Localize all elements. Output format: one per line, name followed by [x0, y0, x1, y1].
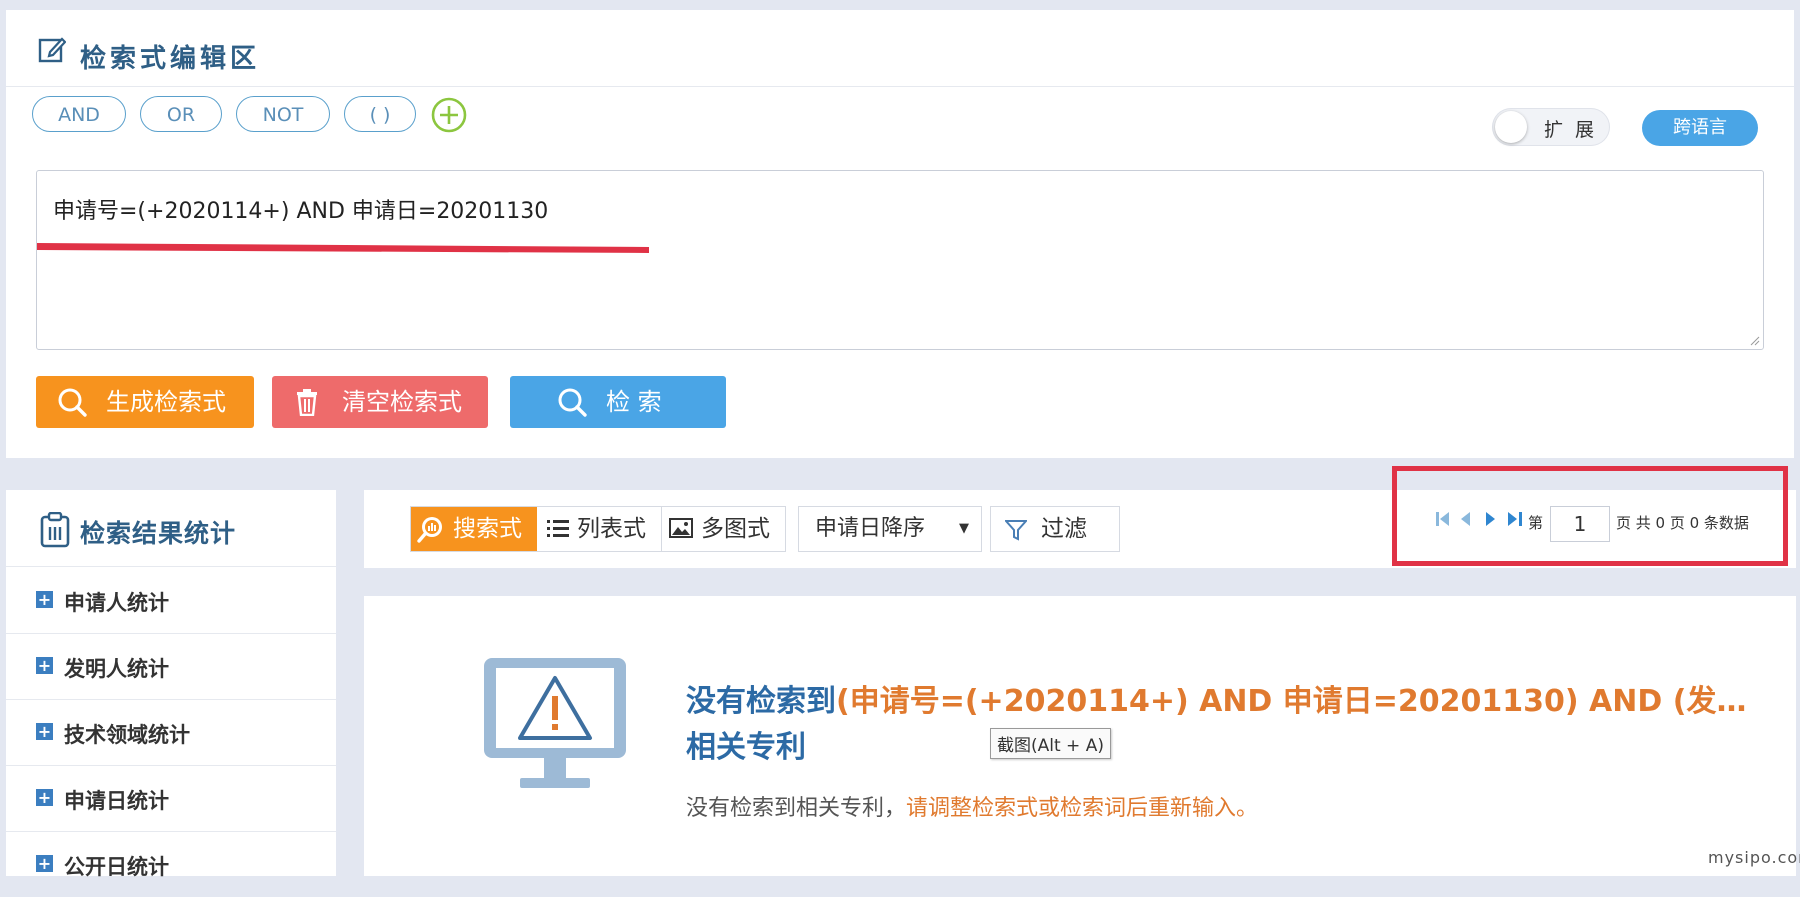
cross-language-button[interactable]: 跨语言 [1642, 110, 1758, 146]
expand-label: 扩 展 [1544, 119, 1598, 141]
no-result-hint: 没有检索到相关专利，请调整检索式或检索词后重新输入。 [686, 790, 1258, 822]
red-underline-annotation [37, 243, 649, 253]
or-operator-button[interactable]: OR [140, 96, 222, 132]
parentheses-operator-button[interactable]: ( ) [344, 96, 416, 132]
toggle-knob [1495, 111, 1527, 143]
no-result-query: (申请号=(+2020114+) AND 申请日=20201130) AND (… [836, 684, 1747, 719]
query-text: 申请号=(+2020114+) AND 申请日=20201130 [53, 199, 549, 224]
view-search-mode[interactable]: 搜索式 [411, 507, 537, 551]
screenshot-tooltip: 截图(Alt + A) [990, 728, 1111, 759]
search-icon [58, 388, 87, 417]
editor-title: 检索式编辑区 [80, 44, 261, 74]
view-image-label: 多图式 [701, 516, 770, 542]
clear-query-button[interactable]: 清空检索式 [272, 376, 488, 428]
stat-item-application-date[interactable]: + 申请日统计 [6, 765, 336, 832]
search-button[interactable]: 检 索 [510, 376, 726, 428]
and-operator-button[interactable]: AND [32, 96, 126, 132]
no-result-heading: 没有检索到(申请号=(+2020114+) AND 申请日=20201130) … [686, 676, 1746, 720]
no-result-suffix: 相关专利 [686, 730, 806, 765]
filter-button[interactable]: 过滤 [990, 506, 1120, 552]
statistics-title: 检索结果统计 [80, 519, 237, 548]
stat-item-inventor[interactable]: + 发明人统计 [6, 633, 336, 700]
search-icon [558, 388, 587, 417]
expand-plus-icon: + [36, 656, 53, 675]
stat-item-label: 申请人统计 [64, 591, 169, 615]
clipboard-icon [40, 512, 70, 548]
statistics-header: 检索结果统计 [6, 490, 336, 567]
expand-toggle[interactable]: 扩 展 [1492, 108, 1610, 146]
stat-item-tech-field[interactable]: + 技术领域统计 [6, 699, 336, 766]
view-search-label: 搜索式 [453, 516, 522, 542]
expand-plus-icon: + [36, 590, 53, 609]
clear-query-label: 清空检索式 [342, 388, 462, 416]
stat-item-label: 发明人统计 [64, 657, 169, 681]
view-mode-group: 搜索式 列表式 多图式 [410, 506, 786, 552]
sort-select[interactable]: 申请日降序 ▼ [798, 506, 982, 552]
view-image-mode[interactable]: 多图式 [661, 507, 785, 551]
edit-icon [38, 37, 66, 63]
editor-header: 检索式编辑区 [6, 10, 1794, 87]
search-label: 检 索 [606, 388, 662, 416]
stat-item-label: 申请日统计 [64, 789, 169, 813]
resize-grip-icon[interactable] [1748, 334, 1760, 346]
monitor-warning-icon [484, 658, 626, 788]
filter-label: 过滤 [1041, 516, 1087, 542]
caret-down-icon: ▼ [959, 521, 969, 536]
no-result-prefix: 没有检索到 [686, 684, 836, 719]
image-icon [669, 518, 693, 538]
watermark: mysipo.com [1708, 848, 1800, 867]
stat-item-label: 公开日统计 [64, 855, 169, 879]
generate-query-label: 生成检索式 [106, 388, 226, 416]
expand-plus-icon: + [36, 722, 53, 741]
trash-icon [297, 389, 317, 416]
not-operator-button[interactable]: NOT [236, 96, 330, 132]
result-statistics-panel: 检索结果统计 + 申请人统计 + 发明人统计 + 技术领域统计 + 申请日统计 … [6, 490, 336, 879]
search-chart-icon [417, 517, 442, 543]
hint-action: 请调整检索式或检索词后重新输入。 [906, 796, 1259, 821]
sort-select-value: 申请日降序 [815, 516, 926, 541]
expand-plus-icon: + [36, 854, 53, 873]
view-list-label: 列表式 [577, 516, 646, 542]
red-highlight-annotation [1392, 466, 1788, 566]
expand-plus-icon: + [36, 788, 53, 807]
search-editor-panel: 检索式编辑区 AND OR NOT ( ) 扩 展 跨语言 申请号=(+2020… [6, 10, 1794, 458]
stat-item-publication-date[interactable]: + 公开日统计 [6, 831, 336, 897]
view-list-mode[interactable]: 列表式 [537, 507, 662, 551]
stat-item-applicant[interactable]: + 申请人统计 [6, 567, 336, 634]
query-textarea[interactable]: 申请号=(+2020114+) AND 申请日=20201130 [36, 170, 1764, 350]
generate-query-button[interactable]: 生成检索式 [36, 376, 254, 428]
filter-icon [1005, 520, 1027, 541]
stat-item-label: 技术领域统计 [64, 723, 190, 747]
hint-prefix: 没有检索到相关专利， [686, 796, 907, 821]
add-circle-icon[interactable] [430, 96, 468, 134]
list-icon [547, 520, 569, 537]
